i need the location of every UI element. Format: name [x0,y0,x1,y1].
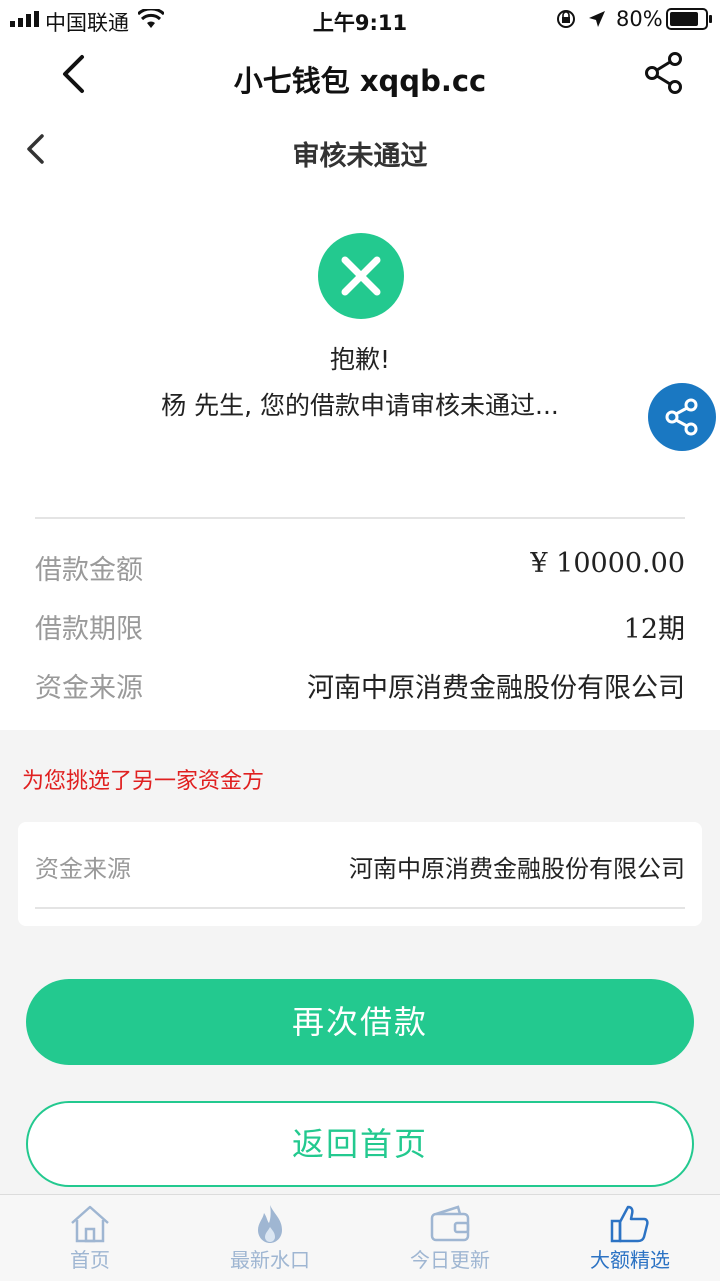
borrow-again-button[interactable]: 再次借款 [26,979,694,1065]
fire-icon [258,1205,282,1243]
fund-source-label: 资金来源 [35,673,143,704]
share-icon[interactable] [644,52,684,94]
tab-latest-label: 最新水口 [230,1248,310,1272]
loan-amount-label: 借款金额 [35,555,143,586]
rejection-message: 杨 先生, 您的借款申请审核未通过... [161,391,559,420]
tab-today[interactable]: 今日更新 [360,1194,540,1280]
divider [35,517,685,519]
status-time: 上午9:11 [312,11,408,35]
tab-latest[interactable]: 最新水口 [180,1194,360,1280]
nav-bar: 小七钱包 xqqb.cc [0,38,720,113]
battery-icon [666,8,712,30]
orientation-lock-icon [557,10,575,28]
battery-percent: 80% [616,7,663,31]
nav-title: 小七钱包 xqqb.cc [233,64,487,98]
loan-term-value: 12期 [623,614,685,645]
thumbs-up-icon [610,1205,649,1243]
loan-amount-value: ¥ 10000.00 [530,548,685,579]
alt-fund-source-value: 河南中原消费金融股份有限公司 [349,855,685,883]
home-icon [71,1205,109,1243]
tab-today-label: 今日更新 [410,1248,490,1272]
tab-premium[interactable]: 大额精选 [540,1194,720,1280]
divider [35,907,685,909]
tab-home[interactable]: 首页 [0,1194,180,1280]
loan-term-label: 借款期限 [35,614,143,645]
return-home-button[interactable]: 返回首页 [26,1101,694,1187]
location-icon [589,11,605,27]
page-title: 审核未通过 [292,141,428,172]
floating-share-button[interactable] [648,383,716,451]
tab-premium-label: 大额精选 [590,1248,670,1272]
tab-home-label: 首页 [70,1248,110,1272]
sorry-text: 抱歉! [329,345,391,374]
status-bar: 中国联通 上午9:11 80% [0,0,720,38]
alternative-notice: 为您挑选了另一家资金方 [22,769,265,794]
alt-fund-source-label: 资金来源 [35,855,131,883]
error-icon [318,233,404,319]
wallet-icon [430,1205,470,1242]
share-icon [665,398,698,436]
fund-source-value: 河南中原消费金融股份有限公司 [307,673,685,704]
